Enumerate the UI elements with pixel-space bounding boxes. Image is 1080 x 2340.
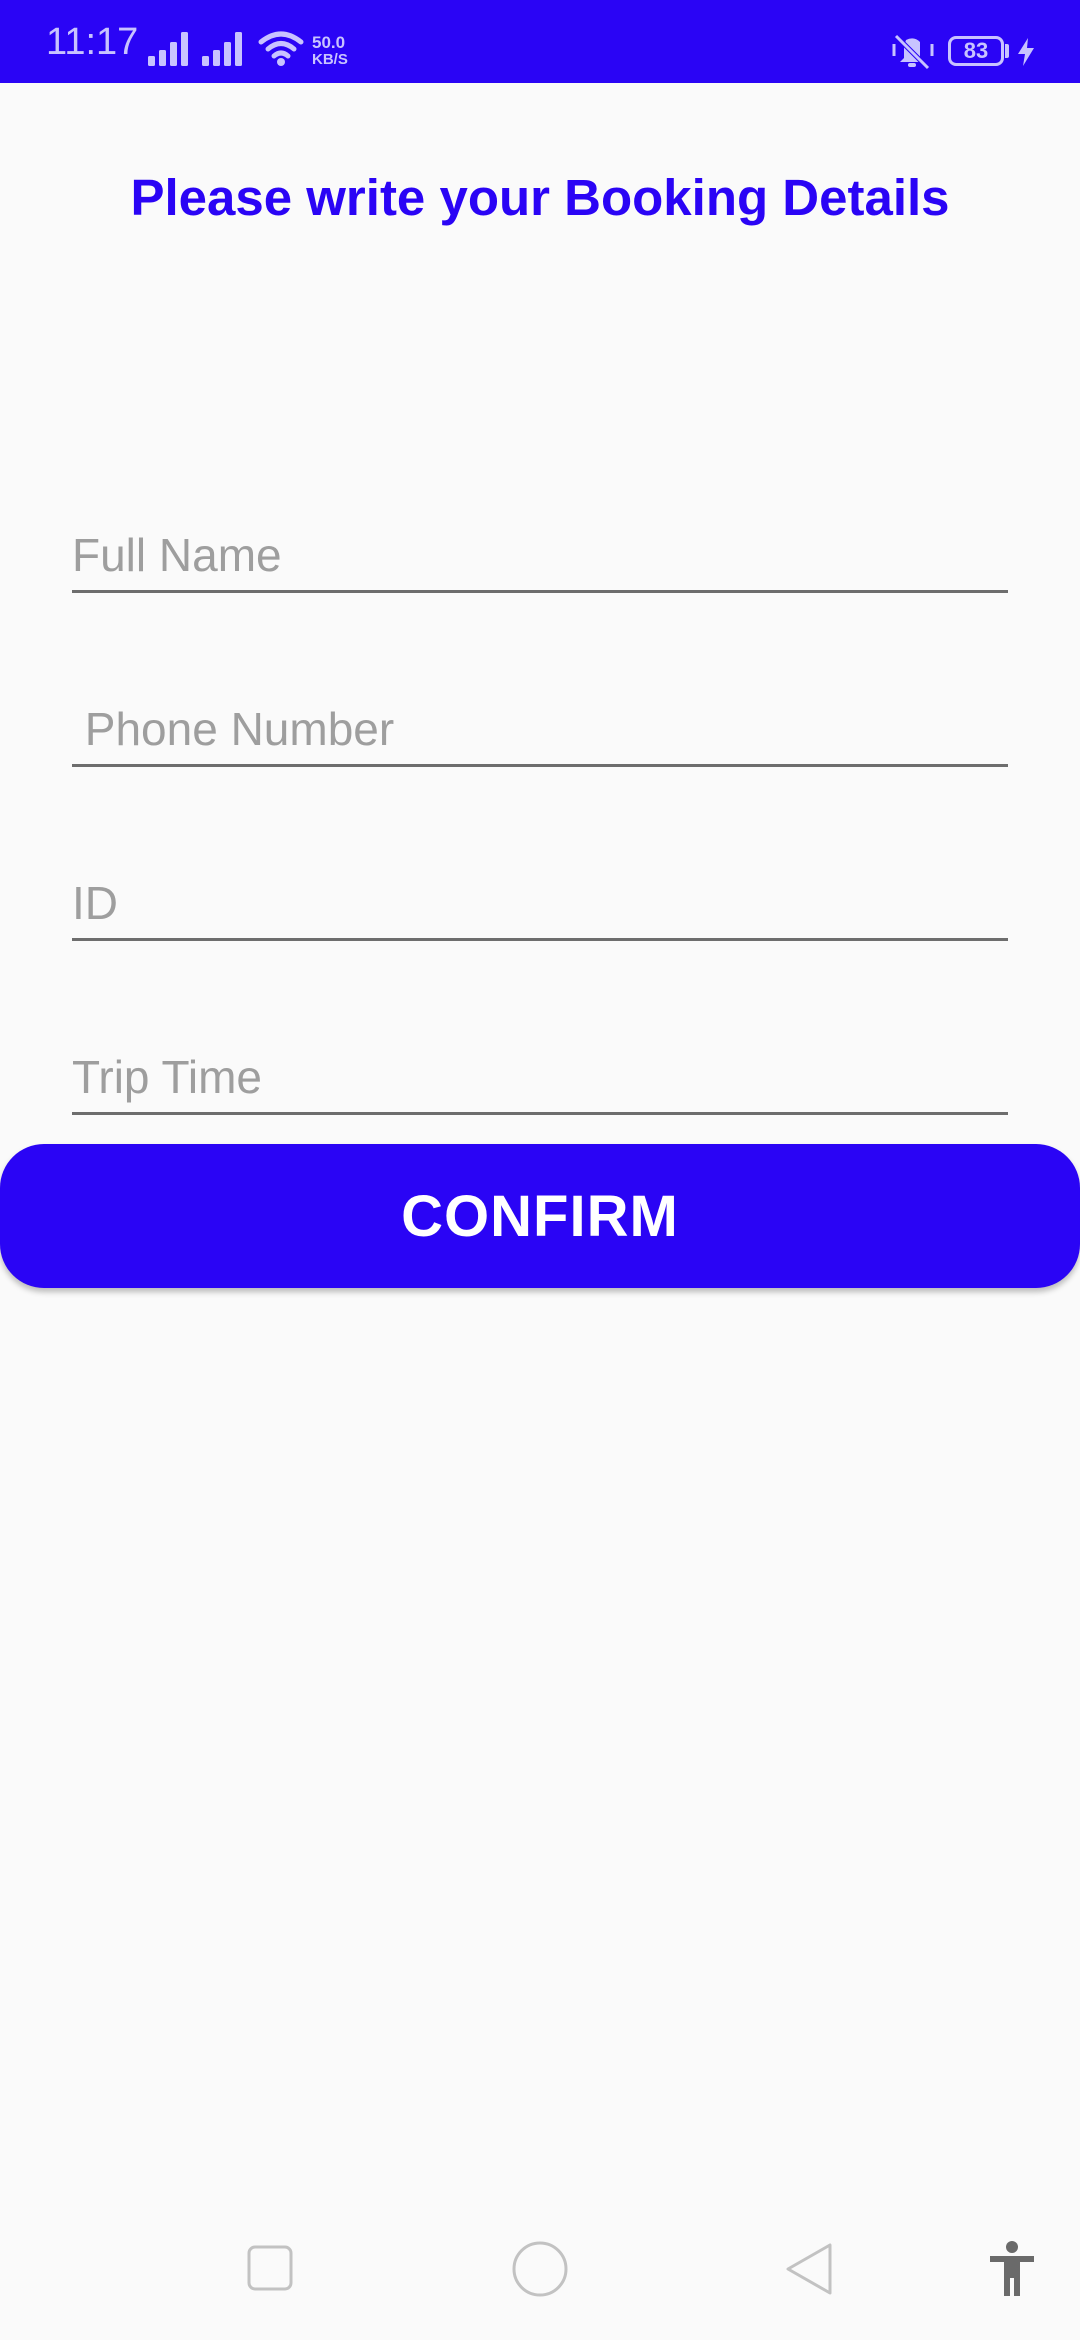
- wifi-icon: [258, 31, 304, 66]
- charging-icon: [1018, 38, 1034, 66]
- phone-number-field[interactable]: [72, 698, 1008, 767]
- page-title: Please write your Booking Details: [130, 169, 950, 226]
- mute-icon: [892, 34, 934, 70]
- trip-time-input[interactable]: [72, 1050, 1008, 1104]
- battery-icon: 83: [948, 36, 1004, 66]
- recents-icon[interactable]: [246, 2244, 294, 2292]
- status-bar: 11:17 50.0 KB/S 83: [0, 0, 1080, 83]
- phone-number-input[interactable]: [72, 702, 1008, 756]
- status-time: 11:17: [46, 21, 139, 63]
- id-input[interactable]: [72, 876, 1008, 930]
- home-icon[interactable]: [511, 2240, 569, 2298]
- full-name-input[interactable]: [72, 528, 1008, 582]
- id-field[interactable]: [72, 872, 1008, 941]
- trip-time-field[interactable]: [72, 1046, 1008, 1115]
- back-icon[interactable]: [784, 2242, 836, 2296]
- signal-icon: [148, 32, 188, 66]
- accessibility-icon[interactable]: [988, 2240, 1036, 2298]
- confirm-button[interactable]: CONFIRM: [0, 1144, 1080, 1288]
- battery-cap: [1005, 44, 1009, 58]
- signal-icon: [202, 32, 242, 66]
- full-name-field[interactable]: [72, 524, 1008, 593]
- navigation-bar: [0, 2200, 1080, 2340]
- network-speed: 50.0 KB/S: [312, 33, 348, 68]
